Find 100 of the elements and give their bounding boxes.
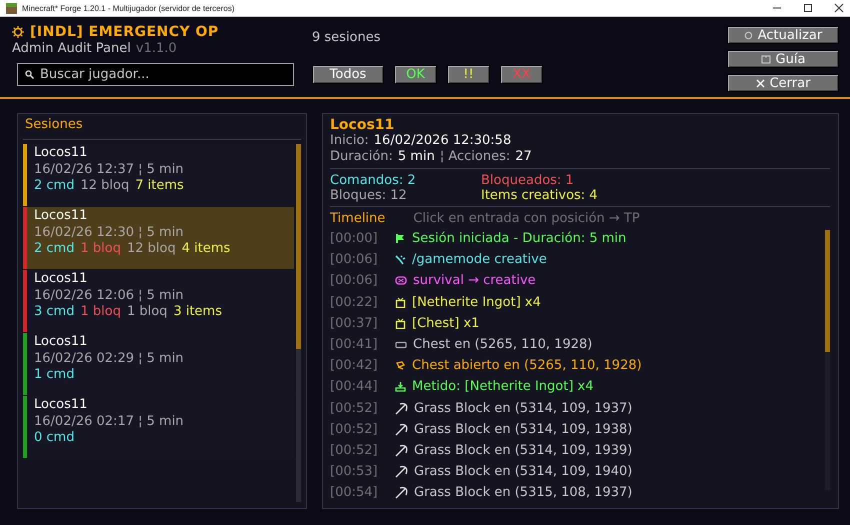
timestamp: [00:37] xyxy=(330,316,379,331)
timestamp: [00:06] xyxy=(330,252,379,268)
timeline-text: Chest abierto en (5265, 110, 1928) xyxy=(412,358,642,374)
timestamp: [00:00] xyxy=(330,231,379,246)
timeline-text: Sesión iniciada - Duración: 5 min xyxy=(412,231,626,246)
session-count: 9 sesiones xyxy=(312,30,382,45)
session-meta: 16/02/26 02:17 ¦ 5 min xyxy=(34,414,184,430)
session-item[interactable]: Locos11 16/02/26 02:17 ¦ 5 min 0 cmd xyxy=(23,396,294,458)
session-meta: 16/02/26 12:30 ¦ 5 min xyxy=(34,224,185,241)
detail-stat: Items creativos: 4 xyxy=(481,188,599,203)
timeline-entry[interactable]: [00:52] Grass Block en (5314, 109, 1937) xyxy=(330,398,825,419)
timeline-text: survival → creative xyxy=(413,273,536,288)
timeline-text: [Chest] x1 xyxy=(412,316,480,331)
timestamp: [00:22] xyxy=(330,294,379,310)
session-stat: 12 bloq xyxy=(80,178,130,194)
info-value: 27 xyxy=(515,149,532,165)
timeline-text: Grass Block en (5315, 108, 1937) xyxy=(414,485,632,500)
action-button[interactable]: Cerrar xyxy=(727,74,839,92)
timeline-entry[interactable]: [00:06] /gamemode creative xyxy=(330,249,825,270)
filter-button[interactable]: Todos xyxy=(312,65,384,84)
info-label: ¦ Acciones: xyxy=(440,149,510,165)
search-field[interactable]: Buscar jugador... xyxy=(17,63,294,86)
session-stat: 1 bloq xyxy=(80,304,121,320)
scrollbar[interactable] xyxy=(825,230,830,490)
timeline-entry[interactable]: [00:41] Chest en (5265, 110, 1928) xyxy=(330,334,825,356)
controller-icon xyxy=(395,275,407,286)
timestamp: [00:54] xyxy=(330,485,379,500)
filter-button[interactable]: OK xyxy=(394,65,437,84)
session-stat: 0 cmd xyxy=(34,430,74,446)
timestamp: [00:41] xyxy=(330,337,379,352)
timeline-entry[interactable]: [00:37] [Chest] x1 xyxy=(330,312,825,334)
timeline-entry[interactable]: [00:44] Metido: [Netherite Ingot] x4 xyxy=(330,376,825,398)
action-button[interactable]: Actualizar xyxy=(727,26,839,44)
timestamp: [00:06] xyxy=(330,273,379,288)
refresh-icon xyxy=(744,30,753,40)
timeline-entry[interactable]: [00:53] Grass Block en (5314, 109, 1940) xyxy=(330,461,825,482)
player-name: Locos11 xyxy=(34,334,88,350)
detail-stat: Comandos: 2 xyxy=(330,173,417,188)
flag-icon xyxy=(395,233,406,244)
timeline-text: [Netherite Ingot] x4 xyxy=(412,294,541,310)
timeline-entry[interactable]: [00:00] Sesión iniciada - Duración: 5 min xyxy=(330,228,825,250)
session-meta: 16/02/26 12:37 ¦ 5 min xyxy=(34,162,184,178)
session-stat: 3 cmd xyxy=(34,304,74,320)
search-icon xyxy=(25,70,34,79)
session-item[interactable]: Locos11 16/02/26 12:06 ¦ 5 min 3 cmd 1 bloq 1 bloq 3 items xyxy=(23,270,294,332)
session-stat: 12 bloq xyxy=(126,241,176,258)
session-stat: 2 cmd xyxy=(34,178,74,194)
pickaxe-icon xyxy=(395,444,408,457)
session-stat: 3 items xyxy=(173,304,222,320)
timeline-text: Grass Block en (5314, 109, 1939) xyxy=(414,442,632,458)
timeline-entry[interactable]: [00:52] Grass Block en (5314, 109, 1939) xyxy=(330,440,825,462)
session-meta: 16/02/26 12:06 ¦ 5 min xyxy=(34,288,185,304)
block-icon xyxy=(395,339,407,350)
pickaxe-icon xyxy=(395,422,408,436)
close-icon[interactable] xyxy=(834,3,844,13)
player-name: Locos11 xyxy=(34,145,88,162)
timeline-text: Grass Block en (5314, 109, 1940) xyxy=(414,464,632,480)
timeline-hint: Click en entrada con posición → TP xyxy=(413,211,640,226)
timestamp: [00:52] xyxy=(330,442,379,458)
timeline-entry[interactable]: [00:06] survival → creative xyxy=(330,270,825,292)
detail-stat: Bloques: 12 xyxy=(330,188,408,203)
timeline-entry[interactable]: [00:22] [Netherite Ingot] x4 xyxy=(330,292,825,313)
filter-button[interactable]: !! xyxy=(447,65,490,84)
window-title: Minecraft* Forge 1.20.1 - Multijugador (servidor de terceros) xyxy=(22,4,235,12)
version-label: v1.1.0 xyxy=(136,41,177,56)
timeline-text: Chest en (5265, 110, 1928) xyxy=(413,337,592,352)
timeline-entry[interactable]: [00:54] Grass Block en (5315, 108, 1937) xyxy=(330,482,825,504)
maximize-icon[interactable] xyxy=(803,3,813,13)
scrollbar[interactable] xyxy=(296,144,301,502)
timestamp: [00:52] xyxy=(330,400,379,416)
detail-stat: Bloqueados: 1 xyxy=(481,173,575,188)
timeline-entry[interactable]: [00:42] Chest abierto en (5265, 110, 1928) xyxy=(330,355,825,376)
session-stat: 1 bloq xyxy=(80,241,121,258)
player-name: Locos11 xyxy=(34,208,88,224)
info-label: Duración: xyxy=(330,149,393,165)
session-item[interactable]: Locos11 16/02/26 12:37 ¦ 5 min 2 cmd 12 bloq 7 items xyxy=(23,144,294,206)
session-stat: 2 cmd xyxy=(34,241,74,258)
player-name: Locos11 xyxy=(34,397,88,414)
timestamp: [00:52] xyxy=(330,422,379,437)
app-title: [INDL] EMERGENCY OP xyxy=(30,24,219,40)
timeline-text: /gamemode creative xyxy=(412,252,547,268)
timeline-entry[interactable]: [00:52] Grass Block en (5314, 109, 1938) xyxy=(330,418,825,440)
session-stat: 1 bloq xyxy=(126,304,168,320)
info-value: 16/02/2026 12:30:58 xyxy=(374,133,512,149)
session-item[interactable]: Locos11 16/02/26 02:29 ¦ 5 min 1 cmd xyxy=(23,333,294,395)
detail-player-name: Locos11 xyxy=(330,117,396,133)
session-item[interactable]: Locos11 16/02/26 12:30 ¦ 5 min 2 cmd 1 bloq 12 bloq 4 items xyxy=(23,207,294,269)
session-stat: 1 cmd xyxy=(34,367,74,384)
subtitle: Admin Audit Panel xyxy=(12,41,131,56)
timestamp: [00:44] xyxy=(330,379,379,394)
timestamp: [00:42] xyxy=(330,358,379,374)
action-button[interactable]: Guía xyxy=(727,50,839,68)
panel-title: Sesiones xyxy=(24,117,84,134)
book-icon xyxy=(760,54,771,64)
session-stat: 4 items xyxy=(182,241,230,258)
app-icon xyxy=(6,2,17,14)
timestamp: [00:53] xyxy=(330,464,379,480)
timeline-title: Timeline xyxy=(330,211,386,226)
player-name: Locos11 xyxy=(34,271,88,288)
info-label: Inicio: xyxy=(330,133,369,149)
